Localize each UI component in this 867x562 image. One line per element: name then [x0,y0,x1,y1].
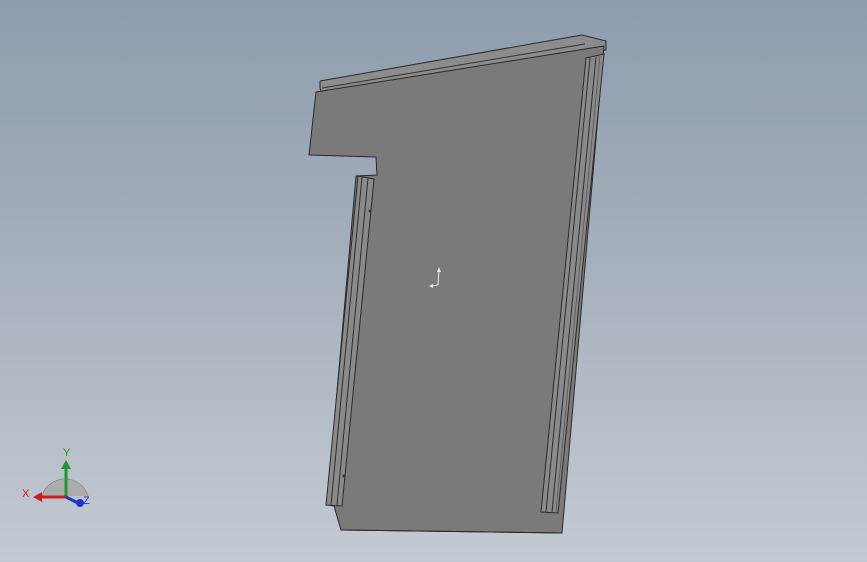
sheet-metal-part[interactable] [308,34,607,534]
view-triad[interactable]: Y X Z [22,447,90,507]
y-axis-label: Y [63,447,71,459]
rail-hole [368,209,372,213]
model-canvas[interactable]: Y X Z [0,0,867,562]
z-axis-label: Z [83,495,90,507]
x-axis-label: X [22,488,30,500]
rail-hole [342,474,346,478]
graphics-viewport[interactable]: Y X Z [0,0,867,562]
